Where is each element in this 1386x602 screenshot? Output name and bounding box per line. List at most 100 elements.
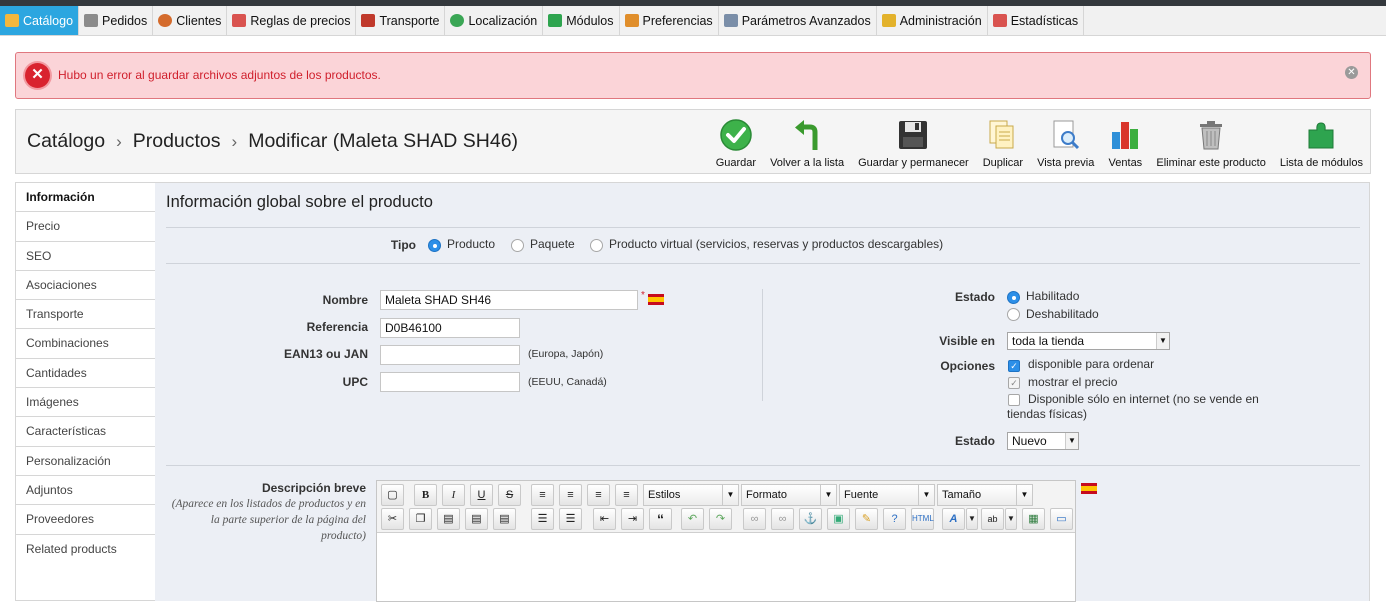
nav-asociaciones[interactable]: Asociaciones [16, 269, 155, 299]
ean-input[interactable] [380, 345, 520, 365]
align-justify-icon[interactable]: ≡ [615, 484, 638, 506]
indent-icon[interactable]: ⇥ [621, 508, 644, 530]
chevron-down-icon[interactable]: ▼ [1005, 508, 1017, 530]
cut-icon[interactable]: ✂ [381, 508, 404, 530]
tab-localizacion[interactable]: Localización [445, 6, 544, 35]
visibility-select[interactable]: toda la tienda ▼ [1007, 332, 1170, 350]
nav-imagenes[interactable]: Imágenes [16, 387, 155, 416]
nav-precio[interactable]: Precio [16, 211, 155, 240]
upc-input[interactable] [380, 372, 520, 392]
tab-preferencias[interactable]: Preferencias [620, 6, 719, 35]
duplicate-button[interactable]: Duplicar [983, 118, 1023, 169]
save-and-stay-button[interactable]: Guardar y permanecer [858, 118, 969, 169]
type-virtual-radio[interactable] [590, 239, 603, 252]
tab-estadisticas[interactable]: Estadísticas [988, 6, 1085, 35]
html-icon[interactable]: HTML [911, 508, 934, 530]
text-color-icon[interactable]: A [942, 508, 965, 530]
sales-chart-icon [1108, 118, 1142, 152]
available-for-order-checkbox[interactable]: ✓ [1008, 360, 1020, 372]
back-to-list-button[interactable]: Volver a la lista [770, 118, 844, 169]
bullet-list-icon[interactable]: ☰ [531, 508, 554, 530]
type-virtual-label: Producto virtual (servicios, reservas y … [609, 237, 944, 251]
blockquote-icon[interactable]: “ [649, 508, 672, 530]
highlight-color-icon[interactable]: ab [981, 508, 1004, 530]
strikethrough-icon[interactable]: S [498, 484, 521, 506]
name-label: Nombre [322, 293, 368, 307]
show-price-checkbox[interactable]: ✓ [1008, 377, 1020, 389]
tab-transporte[interactable]: Transporte [356, 6, 446, 35]
media-icon[interactable]: ▦ [1022, 508, 1045, 530]
bold-icon[interactable]: B [414, 484, 437, 506]
font-dropdown[interactable]: Fuente ▼ [839, 484, 935, 506]
tab-reglas-de-precios[interactable]: Reglas de precios [227, 6, 357, 35]
styles-dropdown[interactable]: Estilos ▼ [643, 484, 739, 506]
new-document-icon[interactable]: ▢ [381, 484, 404, 506]
delete-product-button[interactable]: Eliminar este producto [1156, 118, 1266, 169]
breadcrumb-catalogo[interactable]: Catálogo [27, 130, 105, 152]
image-icon[interactable]: ▣ [827, 508, 850, 530]
align-center-icon[interactable]: ≡ [559, 484, 582, 506]
save-button[interactable]: Guardar [716, 118, 756, 169]
editor-toolbar: ▢ B I U S ≡ ≡ ≡ ≡ Estilos ▼ Formato ▼ Fuen… [377, 481, 1075, 533]
tab-catalogo[interactable]: Catálogo [0, 6, 80, 35]
paste-icon[interactable]: ▤ [437, 508, 460, 530]
outdent-icon[interactable]: ⇤ [593, 508, 616, 530]
align-right-icon[interactable]: ≡ [587, 484, 610, 506]
help-icon[interactable]: ? [883, 508, 906, 530]
nav-adjuntos[interactable]: Adjuntos [16, 474, 155, 504]
tab-administracion[interactable]: Administración [877, 6, 988, 35]
nav-informacion[interactable]: Información [16, 182, 155, 211]
name-input[interactable] [380, 290, 638, 310]
type-product-radio[interactable] [428, 239, 441, 252]
nav-transporte[interactable]: Transporte [16, 299, 155, 328]
underline-icon[interactable]: U [470, 484, 493, 506]
spain-flag-icon[interactable] [648, 294, 664, 305]
ean-hint: (Europa, Japón) [528, 348, 604, 360]
close-icon[interactable]: ✕ [1345, 66, 1358, 79]
link-icon[interactable]: ∞ [743, 508, 766, 530]
visibility-value: toda la tienda [1012, 334, 1085, 348]
paste-text-icon[interactable]: ▤ [465, 508, 488, 530]
reference-input[interactable] [380, 318, 520, 338]
format-dropdown[interactable]: Formato ▼ [741, 484, 837, 506]
size-dropdown[interactable]: Tamaño ▼ [937, 484, 1033, 506]
cleanup-icon[interactable]: ✎ [855, 508, 878, 530]
puzzle-icon [548, 14, 563, 27]
chevron-down-icon: ▼ [722, 485, 738, 505]
status-enabled-radio[interactable] [1007, 291, 1020, 304]
condition-select[interactable]: Nuevo ▼ [1007, 432, 1079, 450]
align-left-icon[interactable]: ≡ [531, 484, 554, 506]
numbered-list-icon[interactable]: ☰ [559, 508, 582, 530]
tab-parametros-avanzados[interactable]: Parámetros Avanzados [719, 6, 877, 35]
redo-icon[interactable]: ↷ [709, 508, 732, 530]
status-disabled-radio[interactable] [1007, 308, 1020, 321]
nav-cantidades[interactable]: Cantidades [16, 357, 155, 387]
sales-button[interactable]: Ventas [1108, 118, 1142, 169]
page-title: Modificar (Maleta SHAD SH46) [248, 130, 519, 152]
breadcrumb-productos[interactable]: Productos [133, 130, 221, 152]
italic-icon[interactable]: I [442, 484, 465, 506]
spain-flag-icon[interactable] [1081, 483, 1097, 494]
tab-modulos[interactable]: Módulos [543, 6, 620, 35]
modules-label: Lista de módulos [1279, 157, 1363, 169]
nav-proveedores[interactable]: Proveedores [16, 504, 155, 533]
module-list-button[interactable]: Lista de módulos [1280, 118, 1363, 169]
tab-pedidos[interactable]: Pedidos [79, 6, 154, 35]
undo-icon[interactable]: ↶ [681, 508, 704, 530]
template-icon[interactable]: ▭ [1050, 508, 1073, 530]
paste-word-icon[interactable]: ▤ [493, 508, 516, 530]
type-pack-radio[interactable] [511, 239, 524, 252]
unlink-icon[interactable]: ∞ [771, 508, 794, 530]
duplicate-label: Duplicar [982, 157, 1024, 169]
nav-related-products[interactable]: Related products [16, 533, 155, 563]
nav-combinaciones[interactable]: Combinaciones [16, 328, 155, 357]
tab-clientes[interactable]: Clientes [153, 6, 228, 35]
nav-personalizacion[interactable]: Personalización [16, 445, 155, 475]
online-only-checkbox[interactable] [1008, 394, 1020, 406]
preview-button[interactable]: Vista previa [1037, 118, 1094, 169]
chevron-down-icon[interactable]: ▼ [966, 508, 978, 530]
nav-seo[interactable]: SEO [16, 240, 155, 270]
anchor-icon[interactable]: ⚓ [799, 508, 822, 530]
nav-caracteristicas[interactable]: Características [16, 416, 155, 445]
copy-icon[interactable]: ❐ [409, 508, 432, 530]
